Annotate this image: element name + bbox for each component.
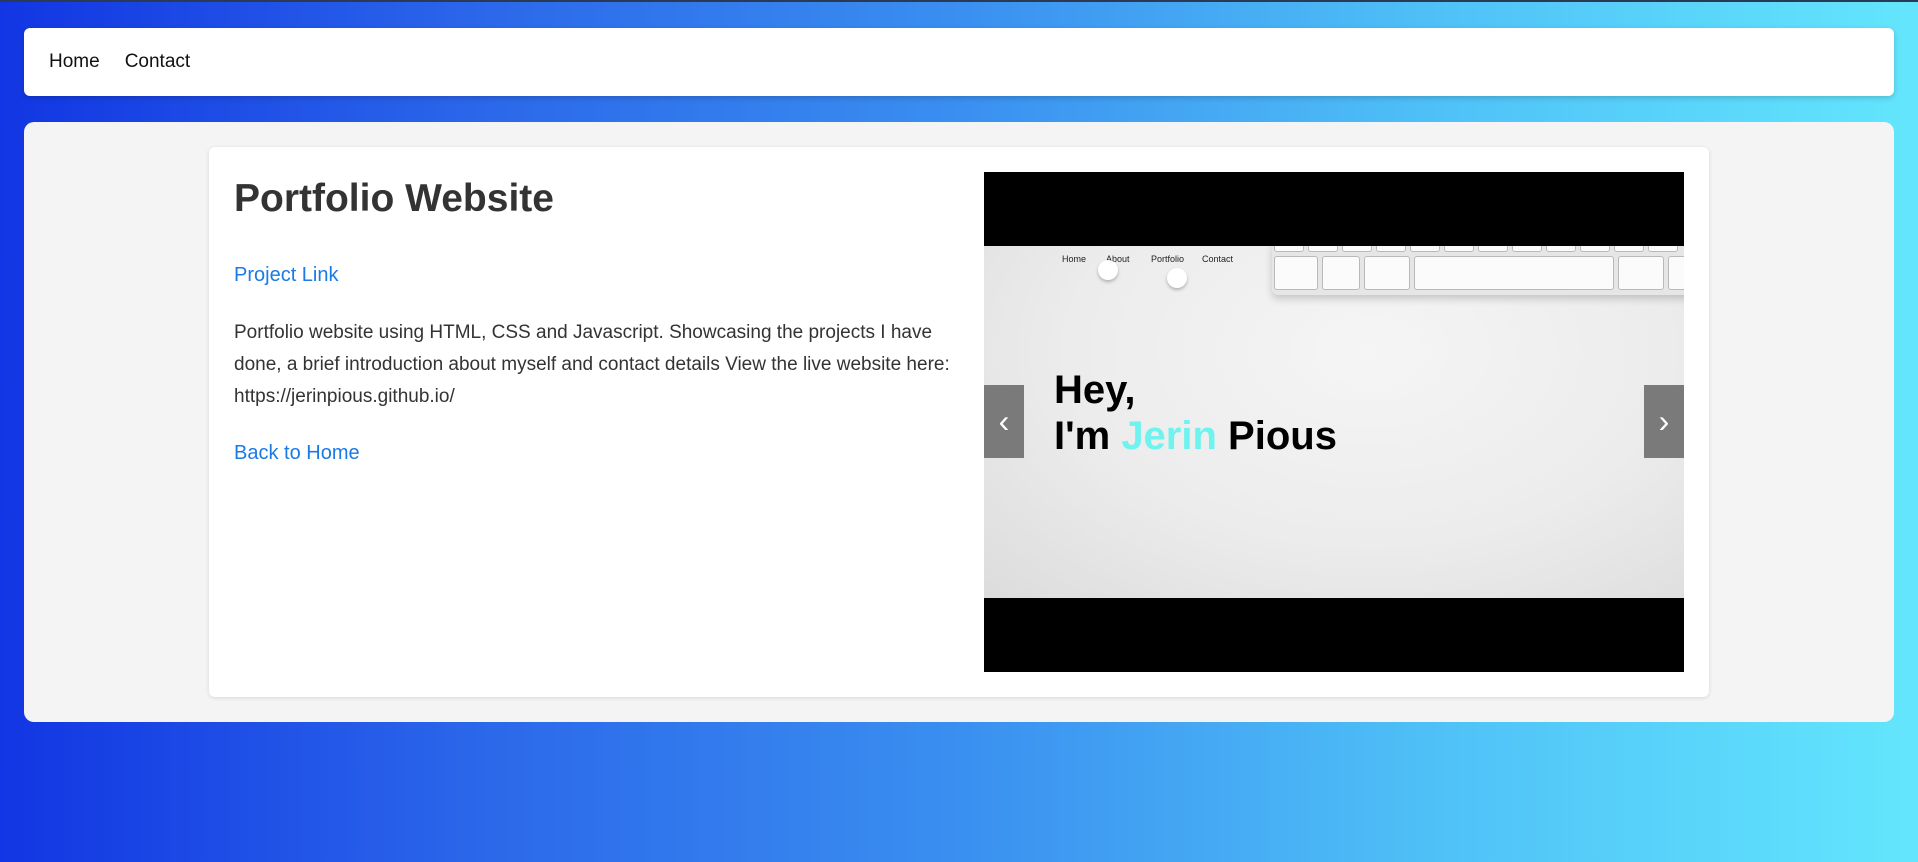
chevron-right-icon: › [1658, 403, 1670, 439]
carousel-prev-button[interactable]: ‹ [984, 385, 1024, 458]
slide-hero-accent-name: Jerin [1121, 414, 1217, 458]
nav-contact-link[interactable]: Contact [125, 51, 190, 73]
slide-nav-home: Home [1062, 254, 1087, 264]
carousel-slide-image: Home About Portfolio Contact Hey, I'm Je… [984, 246, 1684, 598]
earbud-image [1098, 260, 1118, 280]
slide-hero-line1: Hey, [1054, 368, 1136, 412]
project-description: Portfolio website using HTML, CSS and Ja… [234, 322, 950, 407]
top-border [0, 0, 1918, 2]
image-carousel: Home About Portfolio Contact Hey, I'm Je… [984, 172, 1684, 672]
nav-home-link[interactable]: Home [49, 51, 100, 73]
top-navbar: Home Contact [24, 28, 1894, 96]
earbud-image [1167, 268, 1187, 288]
keyboard-image [1272, 246, 1684, 295]
slide-hero-heading: Hey, I'm Jerin Pious [1054, 367, 1337, 459]
chevron-left-icon: ‹ [998, 403, 1010, 439]
slide-nav-contact: Contact [1202, 254, 1234, 264]
project-link[interactable]: Project Link [234, 264, 339, 287]
slide-hero-prefix: I'm [1054, 414, 1122, 458]
slide-nav-portfolio: Portfolio [1151, 254, 1185, 264]
project-title: Portfolio Website [234, 177, 554, 220]
slide-hero-suffix: Pious [1216, 414, 1337, 458]
carousel-next-button[interactable]: › [1644, 385, 1684, 458]
back-to-home-link[interactable]: Back to Home [234, 442, 360, 465]
main-content: Portfolio Website Project Link Portfolio… [24, 122, 1894, 722]
project-card: Portfolio Website Project Link Portfolio… [209, 147, 1709, 697]
